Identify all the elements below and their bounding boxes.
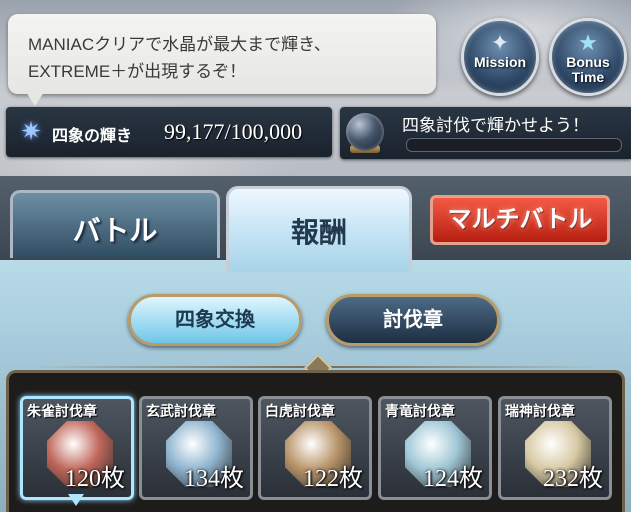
kagayaki-label: 四象の輝き xyxy=(52,128,133,145)
tip-bubble-tail xyxy=(26,92,44,106)
subtab-toubatsu-medal-label: 討伐章 xyxy=(383,309,443,331)
subtab-toubatsu-medal[interactable]: 討伐章 xyxy=(326,294,500,346)
tab-battle-label: バトル xyxy=(72,215,158,246)
crystal-orb-icon xyxy=(346,113,384,151)
tab-multi-battle-label: マルチバトル xyxy=(447,206,593,233)
tip-line-2: EXTREME＋が出現するぞ！ xyxy=(28,62,247,81)
tab-reward-label: 報酬 xyxy=(290,217,347,248)
crystal-orb-panel: 四象討伐で輝かせよう！ xyxy=(340,107,631,159)
tab-reward[interactable]: 報酬 xyxy=(226,186,412,272)
mission-emblem-icon: ✦ xyxy=(490,30,510,55)
medal-count: 120枚 xyxy=(65,466,125,492)
star-icon: ★ xyxy=(578,30,598,55)
tip-line-1: MANIACクリアで水晶が最大まで輝き、 xyxy=(28,35,331,54)
mission-label: Mission xyxy=(473,54,527,70)
medal-count: 232枚 xyxy=(543,466,603,492)
medal-count: 122枚 xyxy=(303,466,363,492)
medal-name: 瑞神討伐章 xyxy=(505,403,575,419)
tab-battle[interactable]: バトル xyxy=(10,190,220,258)
medal-name: 玄武討伐章 xyxy=(146,403,216,419)
medal-count: 124枚 xyxy=(423,466,483,492)
medal-card-byakko[interactable]: 白虎討伐章 122枚 xyxy=(258,396,372,500)
kagayaki-value: 99,177/100,000 xyxy=(164,119,303,144)
tip-bubble: MANIACクリアで水晶が最大まで輝き、 EXTREME＋が出現するぞ！ xyxy=(8,14,436,94)
medal-name: 青竜討伐章 xyxy=(385,403,455,419)
medal-name: 朱雀討伐章 xyxy=(27,403,97,419)
bonus-time-button[interactable]: ★ Bonus Time xyxy=(549,18,627,96)
medal-card-genbu[interactable]: 玄武討伐章 134枚 xyxy=(139,396,253,500)
orb-progress-bar xyxy=(406,138,622,152)
medal-card-seiryu[interactable]: 青竜討伐章 124枚 xyxy=(378,396,492,500)
bonus-label-2: Time xyxy=(571,69,605,85)
medal-card-zuijin[interactable]: 瑞神討伐章 232枚 xyxy=(498,396,612,500)
subtab-shishou-exchange[interactable]: 四象交換 xyxy=(128,294,302,346)
medal-count: 134枚 xyxy=(184,466,244,492)
selection-marker xyxy=(68,494,84,506)
medal-name: 白虎討伐章 xyxy=(265,403,335,419)
medal-card-suzaku[interactable]: 朱雀討伐章 120枚 xyxy=(20,396,134,500)
bonus-label-1: Bonus xyxy=(566,54,610,70)
tab-multi-battle[interactable]: マルチバトル xyxy=(430,195,610,245)
orb-hint-text: 四象討伐で輝かせよう！ xyxy=(402,116,589,135)
mission-button[interactable]: ✦ Mission xyxy=(461,18,539,96)
subtab-shishou-exchange-label: 四象交換 xyxy=(175,309,255,331)
shishou-kagayaki-counter: ✷ 四象の輝き 99,177/100,000 xyxy=(6,107,332,157)
star-crystal-icon: ✷ xyxy=(20,117,42,147)
